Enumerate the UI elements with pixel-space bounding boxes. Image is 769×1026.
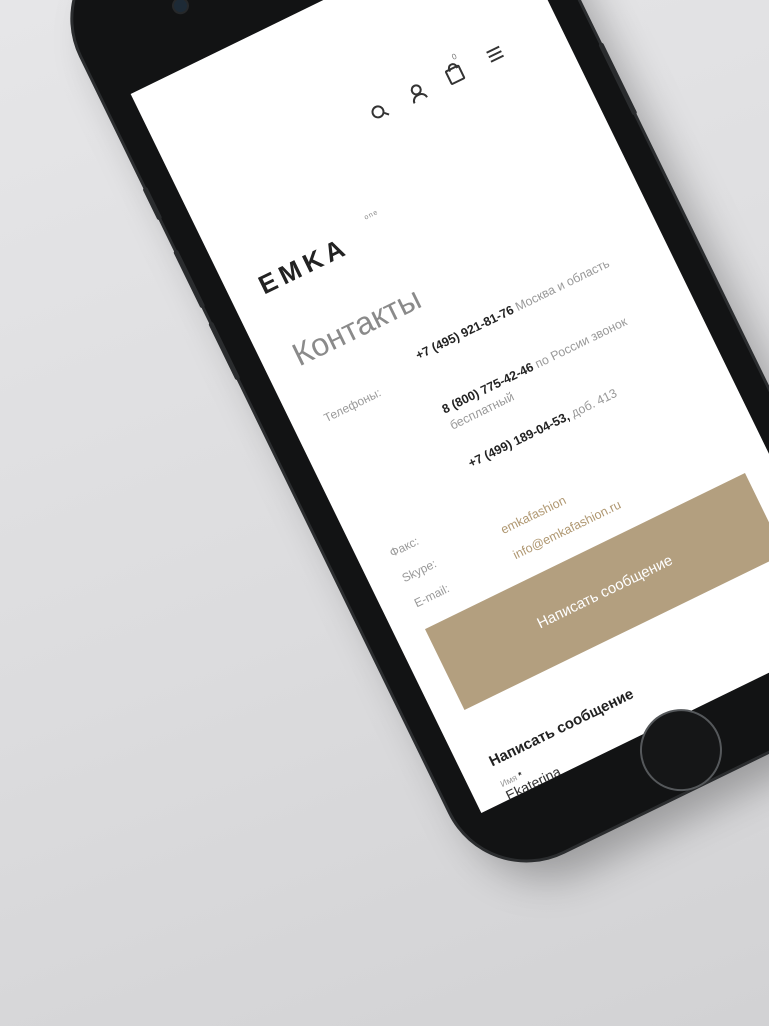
power-button [598, 41, 638, 116]
phone-screen: 0 EMKA one Контакты Телефоны: +7 (495) 9… [130, 0, 769, 814]
volume-up-button [172, 249, 206, 309]
phone-note: Москва и область [513, 256, 612, 314]
phone-note: доб. 413 [568, 386, 620, 421]
email-label: E-mail: [411, 581, 452, 611]
front-camera [171, 0, 190, 15]
logo-sup: one [363, 208, 380, 222]
form-title: Написать сообщение [486, 685, 637, 771]
site-header: 0 EMKA one [131, 0, 571, 300]
phones-label: Телефоны: [321, 385, 384, 426]
mute-switch [142, 186, 163, 221]
cart-count: 0 [450, 51, 459, 62]
volume-down-button [207, 321, 241, 381]
phone-number[interactable]: +7 (495) 921-81-76 [413, 303, 516, 363]
skype-label: Skype: [399, 556, 439, 586]
bag-icon[interactable] [444, 64, 466, 86]
page-title: Контакты [286, 280, 427, 373]
phone-body: 0 EMKA one Контакты Телефоны: +7 (495) 9… [45, 0, 769, 888]
search-icon[interactable] [369, 103, 387, 121]
user-icon[interactable] [406, 82, 429, 104]
menu-icon[interactable] [486, 45, 505, 63]
site-logo[interactable]: EMKA [254, 231, 354, 301]
fax-label: Факс: [387, 533, 421, 560]
